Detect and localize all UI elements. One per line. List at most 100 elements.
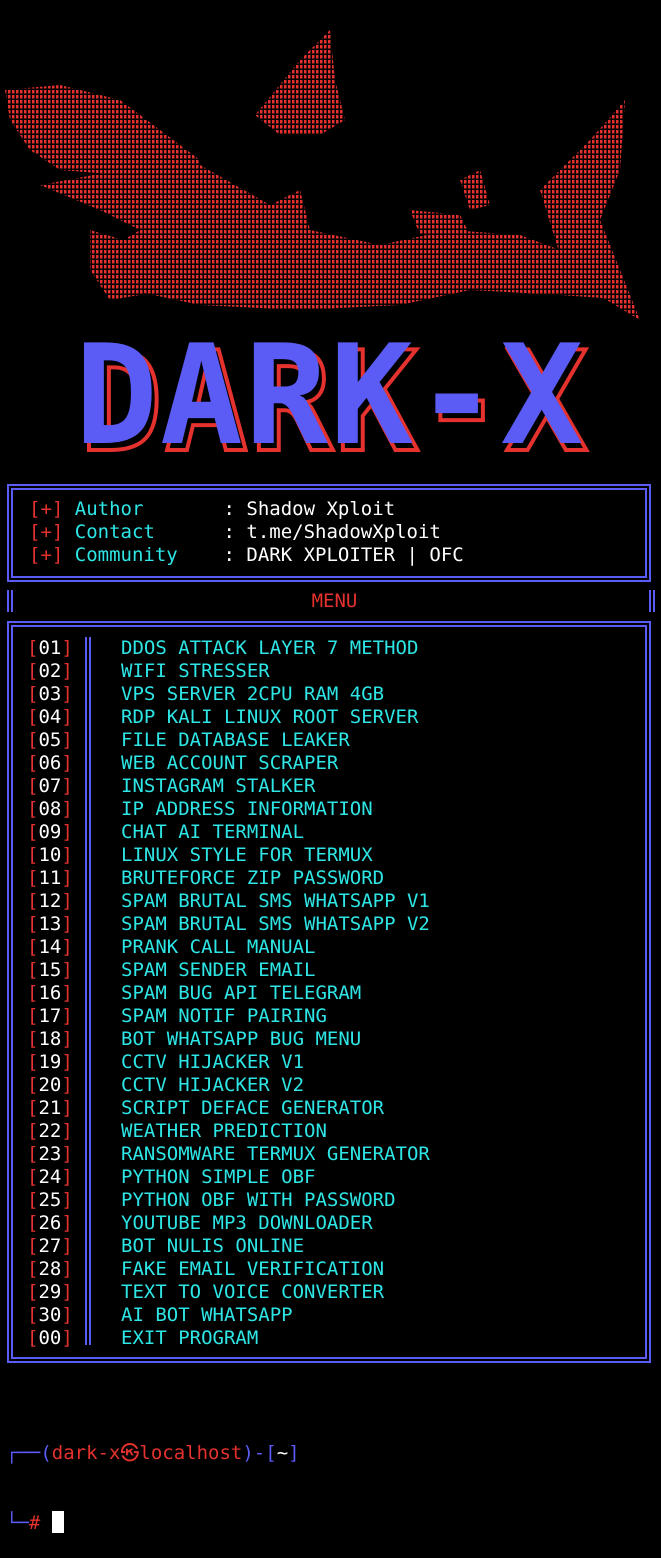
menu-item-label: SCRIPT DEFACE GENERATOR: [121, 1097, 385, 1119]
bracket-open: [: [27, 867, 39, 889]
bracket-open: [: [27, 1189, 39, 1211]
marker: [+]: [29, 544, 64, 566]
menu-item[interactable]: [28] FAKE EMAIL VERIFICATION: [27, 1258, 384, 1281]
menu-item[interactable]: [06] WEB ACCOUNT SCRAPER: [27, 752, 338, 775]
bracket-open: [: [27, 1120, 39, 1142]
marker: [+]: [29, 498, 64, 520]
menu-item[interactable]: [08] IP ADDRESS INFORMATION: [27, 798, 373, 821]
menu-item[interactable]: [10] LINUX STYLE FOR TERMUX: [27, 844, 373, 867]
info-key: Author: [74, 498, 178, 520]
menu-item[interactable]: [21] SCRIPT DEFACE GENERATOR: [27, 1097, 384, 1120]
menu-item-number: 13: [38, 913, 62, 935]
menu-item-number: 01: [38, 637, 62, 659]
bracket-close: ]: [61, 706, 73, 728]
bracket-open: [: [27, 1281, 39, 1303]
menu-item[interactable]: [12] SPAM BRUTAL SMS WHATSAPP V1: [27, 890, 430, 913]
bracket-close: ]: [61, 1005, 73, 1027]
bracket-open: [: [27, 683, 39, 705]
menu-item[interactable]: [26] YOUTUBE MP3 DOWNLOADER: [27, 1212, 373, 1235]
bracket-close: ]: [61, 1120, 73, 1142]
menu-item[interactable]: [30] AI BOT WHATSAPP: [27, 1304, 293, 1327]
menu-item[interactable]: [19] CCTV HIJACKER V1: [27, 1051, 304, 1074]
menu-item[interactable]: [24] PYTHON SIMPLE OBF: [27, 1166, 315, 1189]
menu-item[interactable]: [16] SPAM BUG API TELEGRAM: [27, 982, 361, 1005]
menu-item[interactable]: [09] CHAT AI TERMINAL: [27, 821, 304, 844]
menu-item-number: 17: [38, 1005, 62, 1027]
bracket-open: [: [27, 844, 39, 866]
menu-item[interactable]: [17] SPAM NOTIF PAIRING: [27, 1005, 327, 1028]
menu-item-label: CHAT AI TERMINAL: [121, 821, 305, 843]
menu-item-label: LINUX STYLE FOR TERMUX: [121, 844, 373, 866]
bracket-open: [: [27, 1258, 39, 1280]
menu-item[interactable]: [27] BOT NULIS ONLINE: [27, 1235, 304, 1258]
menu-title: MENU: [311, 590, 358, 612]
menu-item-label: SPAM BUG API TELEGRAM: [121, 982, 362, 1004]
bracket-open: [: [27, 706, 39, 728]
menu-item-label: SPAM BRUTAL SMS WHATSAPP V2: [121, 913, 430, 935]
menu-item-number: 20: [38, 1074, 62, 1096]
menu-item-label: SPAM BRUTAL SMS WHATSAPP V1: [121, 890, 430, 912]
bracket-open: [: [27, 1074, 39, 1096]
menu-item[interactable]: [25] PYTHON OBF WITH PASSWORD: [27, 1189, 396, 1212]
bracket-close: ]: [61, 1166, 73, 1188]
menu-item[interactable]: [20] CCTV HIJACKER V2: [27, 1074, 304, 1097]
menu-item-number: 30: [38, 1304, 62, 1326]
menu-item[interactable]: [23] RANSOMWARE TERMUX GENERATOR: [27, 1143, 430, 1166]
menu-item[interactable]: [13] SPAM BRUTAL SMS WHATSAPP V2: [27, 913, 430, 936]
menu-item[interactable]: [03] VPS SERVER 2CPU RAM 4GB: [27, 683, 384, 706]
prompt-line-2: └─#: [6, 1511, 300, 1535]
menu-item-number: 22: [38, 1120, 62, 1142]
shell-prompt[interactable]: ┌──(dark-x㉿localhost)-[~] └─#: [6, 1396, 300, 1558]
info-key: Contact: [74, 521, 178, 543]
bracket-close: ]: [61, 798, 73, 820]
menu-item-label: EXIT PROGRAM: [121, 1327, 259, 1349]
bracket-open: [: [27, 1143, 39, 1165]
menu-item-label: YOUTUBE MP3 DOWNLOADER: [121, 1212, 373, 1234]
info-key: Community: [74, 544, 178, 566]
menu-item-number: 29: [38, 1281, 62, 1303]
bracket-close: ]: [61, 913, 73, 935]
menu-item-number: 26: [38, 1212, 62, 1234]
menu-item-number: 24: [38, 1166, 62, 1188]
menu-item[interactable]: [11] BRUTEFORCE ZIP PASSWORD: [27, 867, 384, 890]
menu-item-label: SPAM NOTIF PAIRING: [121, 1005, 327, 1027]
bracket-close: ]: [61, 1327, 73, 1349]
menu-item-number: 18: [38, 1028, 62, 1050]
bracket-open: [: [27, 1005, 39, 1027]
bracket-close: ]: [61, 982, 73, 1004]
menu-item[interactable]: [01] DDOS ATTACK LAYER 7 METHOD: [27, 637, 418, 660]
menu-item-label: FILE DATABASE LEAKER: [121, 729, 350, 751]
bracket-close: ]: [61, 821, 73, 843]
bracket-close: ]: [61, 1235, 73, 1257]
colon: :: [223, 544, 235, 566]
menu-item[interactable]: [14] PRANK CALL MANUAL: [27, 936, 315, 959]
info-value: Shadow Xploit: [246, 498, 396, 520]
prompt-line-1: ┌──(dark-x㉿localhost)-[~]: [6, 1442, 300, 1465]
menu-item-number: 06: [38, 752, 62, 774]
menu-item[interactable]: [07] INSTAGRAM STALKER: [27, 775, 315, 798]
menu-item-number: 28: [38, 1258, 62, 1280]
menu-item-label: PYTHON OBF WITH PASSWORD: [121, 1189, 396, 1211]
menu-item[interactable]: [18] BOT WHATSAPP BUG MENU: [27, 1028, 361, 1051]
menu-item-number: 04: [38, 706, 62, 728]
menu-item-number: 00: [38, 1327, 62, 1349]
bracket-open: [: [27, 821, 39, 843]
text-cursor[interactable]: [51, 1511, 64, 1533]
bracket-open: [: [27, 752, 39, 774]
bracket-close: ]: [61, 729, 73, 751]
bracket-close: ]: [61, 1143, 73, 1165]
menu-item[interactable]: [29] TEXT TO VOICE CONVERTER: [27, 1281, 384, 1304]
menu-item-label: IP ADDRESS INFORMATION: [121, 798, 373, 820]
menu-item[interactable]: [04] RDP KALI LINUX ROOT SERVER: [27, 706, 418, 729]
menu-item[interactable]: [02] WIFI STRESSER: [27, 660, 270, 683]
info-box: [+] Author : Shadow Xploit [+] Contact :…: [7, 484, 651, 582]
menu-item[interactable]: [22] WEATHER PREDICTION: [27, 1120, 327, 1143]
info-row-author: [+] Author : Shadow Xploit: [29, 498, 395, 521]
menu-item[interactable]: [00] EXIT PROGRAM: [27, 1327, 258, 1350]
menu-separator: [85, 637, 91, 1345]
menu-item[interactable]: [15] SPAM SENDER EMAIL: [27, 959, 315, 982]
bracket-open: [: [27, 729, 39, 751]
menu-item-number: 14: [38, 936, 62, 958]
colon: :: [223, 498, 235, 520]
menu-item[interactable]: [05] FILE DATABASE LEAKER: [27, 729, 350, 752]
